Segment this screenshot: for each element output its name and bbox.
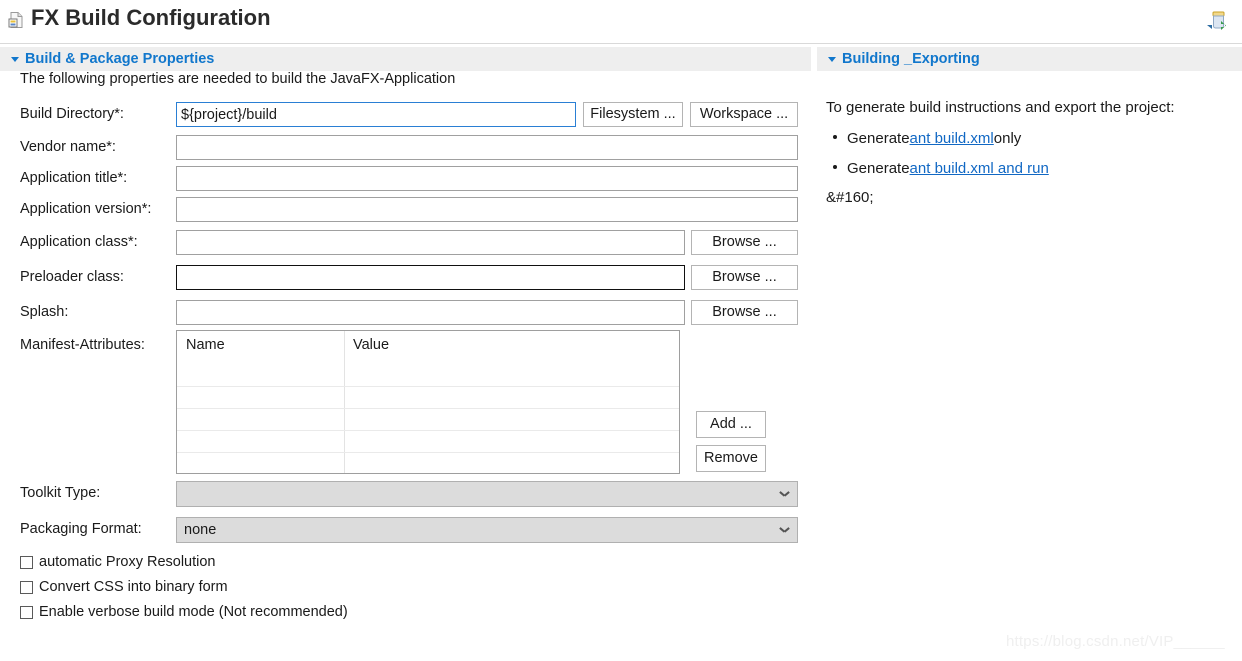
- chevron-down-icon[interactable]: [780, 527, 789, 533]
- combo-packaging-format[interactable]: none: [176, 517, 798, 543]
- link-ant-build-xml-only[interactable]: ant build.xml: [910, 130, 994, 147]
- table-row[interactable]: [177, 452, 679, 453]
- table-row[interactable]: [177, 386, 679, 387]
- trailing-entity-text: &#160;: [826, 189, 874, 206]
- chevron-down-icon[interactable]: [7, 51, 23, 67]
- browse-application-class-button[interactable]: Browse ...: [691, 230, 798, 255]
- label-build-directory: Build Directory*:: [20, 106, 124, 122]
- checkbox-automatic-proxy-resolution[interactable]: automatic Proxy Resolution: [20, 552, 216, 572]
- title-divider: [0, 43, 1242, 44]
- combo-packaging-format-value: none: [184, 522, 217, 538]
- list-item: Generate ant build.xml and run: [833, 160, 1049, 177]
- label-application-class: Application class*:: [20, 234, 138, 250]
- chevron-down-icon[interactable]: [780, 491, 789, 497]
- checkbox-label: automatic Proxy Resolution: [39, 554, 216, 570]
- bullet-icon: [833, 135, 837, 139]
- input-build-directory[interactable]: [176, 102, 576, 127]
- section-header-build-package[interactable]: Build & Package Properties: [0, 47, 811, 71]
- combo-toolkit-type[interactable]: [176, 481, 798, 507]
- title-bar: FX Build Configuration: [0, 0, 1242, 43]
- column-header-value[interactable]: Value: [353, 331, 389, 364]
- export-instructions-text: To generate build instructions and expor…: [826, 99, 1175, 116]
- export-jar-icon[interactable]: [1204, 7, 1232, 36]
- add-manifest-attribute-button[interactable]: Add ...: [696, 411, 766, 438]
- generate-run-prefix: Generate: [847, 160, 910, 177]
- checkbox-label: Enable verbose build mode (Not recommend…: [39, 604, 348, 620]
- table-row[interactable]: [177, 430, 679, 431]
- label-vendor-name: Vendor name*:: [20, 139, 116, 155]
- fx-build-config-document-icon: [6, 10, 26, 30]
- chevron-down-icon[interactable]: [824, 51, 840, 67]
- section-header-building-exporting[interactable]: Building _Exporting: [817, 47, 1242, 71]
- label-application-title: Application title*:: [20, 170, 128, 186]
- checkbox-convert-css-binary[interactable]: Convert CSS into binary form: [20, 577, 228, 597]
- checkbox-box-icon[interactable]: [20, 555, 33, 569]
- checkbox-box-icon[interactable]: [20, 580, 33, 594]
- section-header-label: Building _Exporting: [842, 51, 980, 67]
- input-splash[interactable]: [176, 300, 685, 325]
- checkbox-box-icon[interactable]: [20, 605, 33, 619]
- column-header-name[interactable]: Name: [186, 331, 225, 364]
- remove-manifest-attribute-button[interactable]: Remove: [696, 445, 766, 472]
- label-packaging-format: Packaging Format:: [20, 521, 142, 537]
- input-application-class[interactable]: [176, 230, 685, 255]
- generate-only-suffix: only: [993, 130, 1022, 147]
- label-manifest-attributes: Manifest-Attributes:: [20, 337, 145, 353]
- list-item: Generate ant build.xml only: [833, 130, 1021, 147]
- input-application-title[interactable]: [176, 166, 798, 191]
- link-ant-build-xml-and-run[interactable]: ant build.xml and run: [910, 160, 1049, 177]
- label-preloader-class: Preloader class:: [20, 269, 124, 285]
- section-header-label: Build & Package Properties: [25, 51, 215, 67]
- generate-only-prefix: Generate: [847, 130, 910, 147]
- checkbox-label: Convert CSS into binary form: [39, 579, 228, 595]
- table-header-row: Name Value: [177, 331, 679, 364]
- workspace-button[interactable]: Workspace ...: [690, 102, 798, 127]
- label-toolkit-type: Toolkit Type:: [20, 485, 101, 501]
- building-exporting-panel: To generate build instructions and expor…: [817, 71, 1242, 631]
- label-application-version: Application version*:: [20, 201, 152, 217]
- build-package-properties-panel: The following properties are needed to b…: [0, 71, 811, 631]
- browse-preloader-class-button[interactable]: Browse ...: [691, 265, 798, 290]
- label-splash: Splash:: [20, 304, 69, 320]
- bullet-icon: [833, 165, 837, 169]
- watermark: https://blog.csdn.net/VIP______: [1006, 633, 1225, 650]
- page-title: FX Build Configuration: [31, 5, 271, 30]
- filesystem-button[interactable]: Filesystem ...: [583, 102, 683, 127]
- input-preloader-class[interactable]: [176, 265, 685, 290]
- panel-description: The following properties are needed to b…: [20, 71, 456, 87]
- checkbox-enable-verbose-build-mode[interactable]: Enable verbose build mode (Not recommend…: [20, 602, 348, 622]
- input-vendor-name[interactable]: [176, 135, 798, 160]
- browse-splash-button[interactable]: Browse ...: [691, 300, 798, 325]
- manifest-attributes-table[interactable]: Name Value: [176, 330, 680, 474]
- table-row[interactable]: [177, 408, 679, 409]
- input-application-version[interactable]: [176, 197, 798, 222]
